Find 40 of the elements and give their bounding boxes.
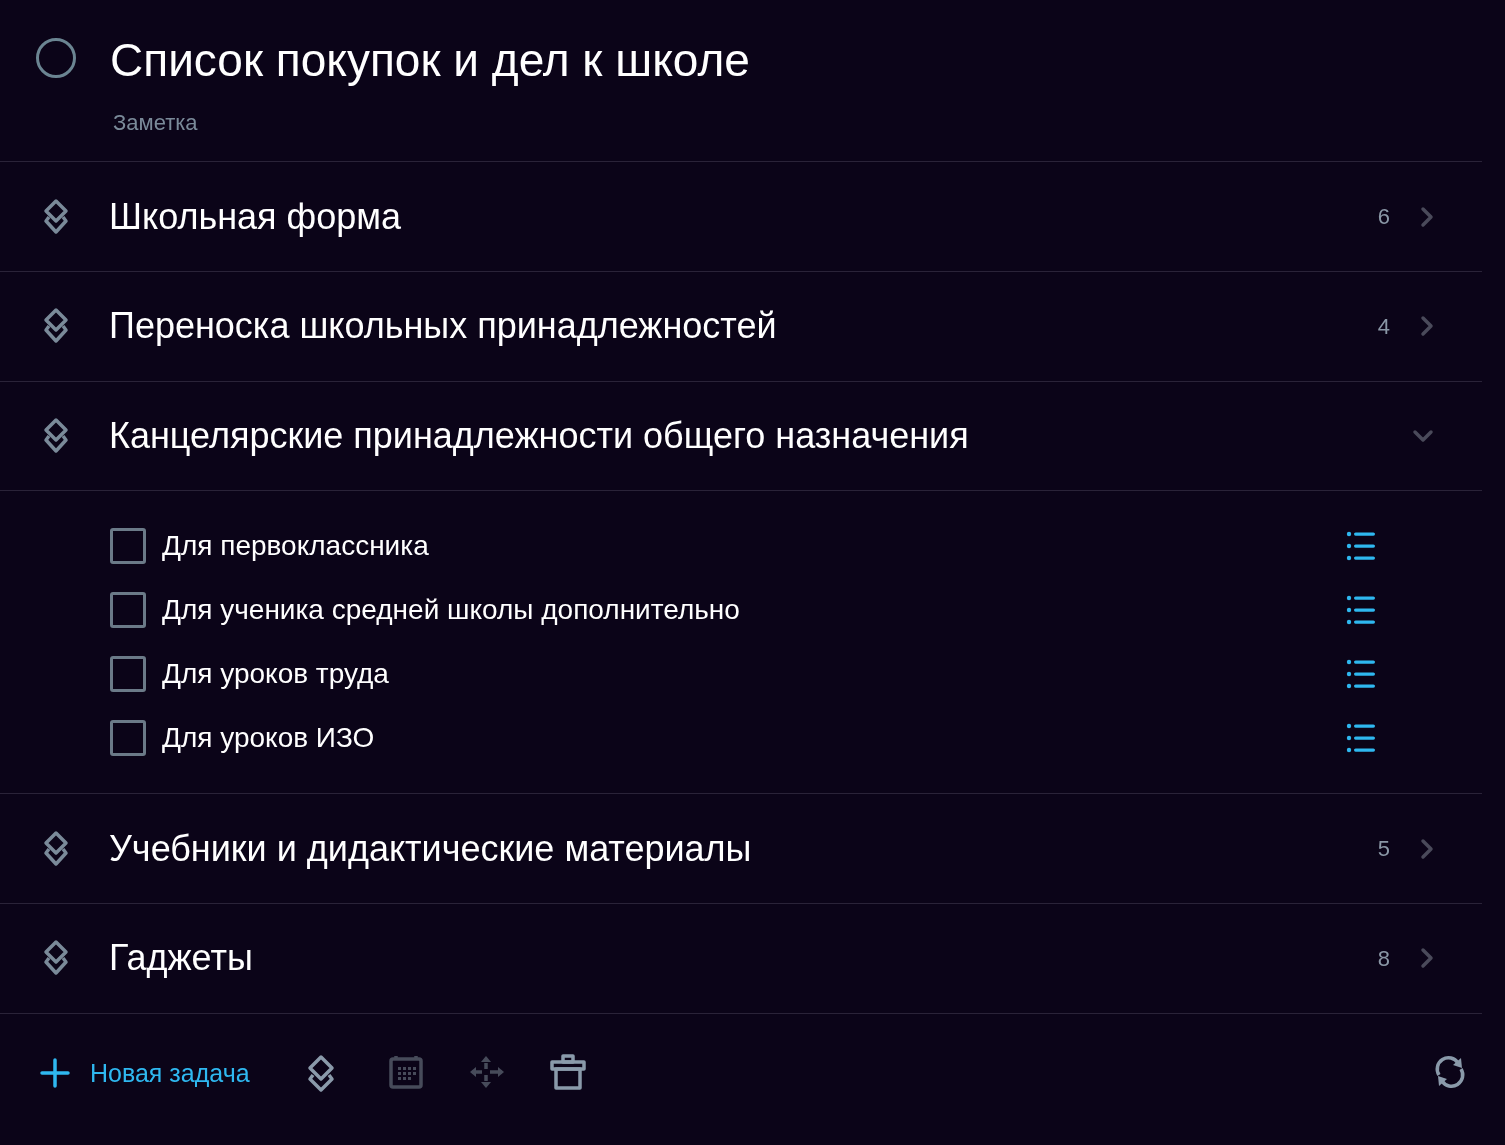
chevron-right-icon xyxy=(1420,947,1434,970)
heading-title: Переноска школьных принадлежностей xyxy=(109,304,778,349)
task-checkbox[interactable] xyxy=(110,528,146,565)
new-task-button[interactable]: Новая задача xyxy=(40,1054,250,1093)
task-count: 6 xyxy=(1377,203,1390,232)
heading-title: Гаджеты xyxy=(109,936,254,981)
layers-icon xyxy=(42,416,70,455)
heading-row[interactable]: Переноска школьных принадлежностей 4 xyxy=(0,271,1482,382)
layers-icon xyxy=(42,829,70,868)
project-title: Список покупок и дел к школе xyxy=(110,34,750,86)
chevron-right-icon xyxy=(1420,315,1434,338)
notes-label: Заметка xyxy=(113,109,199,137)
task-title: Для уроков труда xyxy=(162,657,390,692)
heading-title: Школьная форма xyxy=(109,194,402,239)
heading-row[interactable]: Гаджеты 8 xyxy=(0,903,1482,1014)
checklist-icon xyxy=(1346,659,1376,690)
heading-title: Канцелярские принадлежности общего назначения xyxy=(109,413,970,458)
task-title: Для ученика средней школы дополнительно xyxy=(162,593,741,628)
layers-icon xyxy=(42,939,70,978)
layers-icon xyxy=(42,307,70,346)
task-checkbox[interactable] xyxy=(110,656,146,693)
task-title: Для уроков ИЗО xyxy=(162,721,376,756)
heading-row[interactable]: Учебники и дидактические материалы 5 xyxy=(0,794,1482,904)
task-count: 8 xyxy=(1377,944,1390,973)
task-count: 5 xyxy=(1377,835,1390,864)
layers-icon xyxy=(42,197,70,236)
task-count: 4 xyxy=(1377,312,1390,341)
chevron-down-icon xyxy=(1412,428,1434,443)
checklist-icon xyxy=(1346,531,1376,562)
chevron-right-icon xyxy=(1420,837,1434,860)
task-checkbox[interactable] xyxy=(110,720,146,757)
checklist-icon xyxy=(1346,595,1376,626)
chevron-right-icon xyxy=(1420,205,1434,228)
plus-icon xyxy=(40,1058,70,1089)
heading-title: Учебники и дидактические материалы xyxy=(109,826,753,871)
task-checkbox[interactable] xyxy=(110,592,146,629)
task-title: Для первоклассника xyxy=(162,529,430,564)
heading-row[interactable]: Канцелярские принадлежности общего назначения xyxy=(0,381,1482,492)
checklist-icon xyxy=(1346,723,1376,754)
heading-row[interactable]: Школьная форма 6 xyxy=(0,162,1482,272)
